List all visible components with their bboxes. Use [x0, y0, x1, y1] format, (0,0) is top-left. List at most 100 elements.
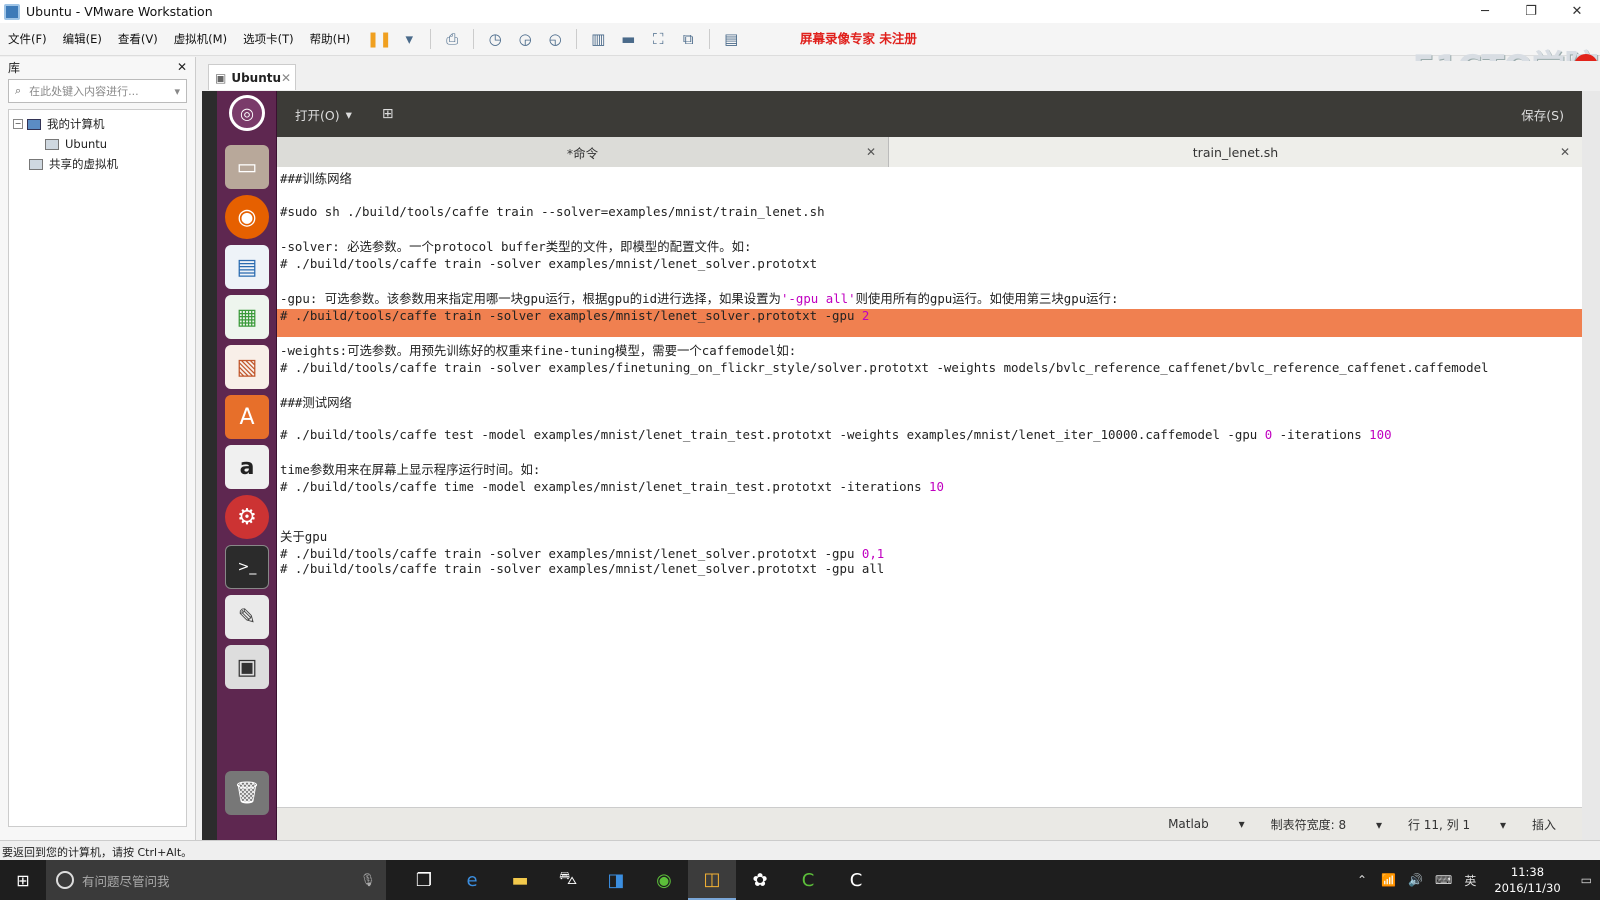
menu-edit[interactable]: 编辑(E) [55, 31, 110, 47]
save-button[interactable]: 保存(S) [1521, 105, 1564, 124]
library-search-input[interactable]: 在此处键入内容进行... [29, 83, 174, 99]
tree-shared-vms[interactable]: 共享的虚拟机 [13, 154, 182, 174]
fullscreen-icon[interactable]: ⛶ [646, 28, 670, 50]
minimize-button[interactable]: ─ [1462, 0, 1508, 23]
ubuntu-launcher: ◎ ▭ ◉ ▤ ▦ ▧ A a ⚙ >_ ✎ ▣ 🗑 [217, 91, 277, 840]
send-keys-icon[interactable]: ⎙ [440, 28, 464, 50]
editor-line: -gpu: 可选参数。该参数用来指定用哪一块gpu运行，根据gpu的id进行选择… [280, 291, 1119, 306]
camtasia-recorder-icon[interactable]: C [832, 860, 880, 900]
open-button[interactable]: 打开(O) ▾ [295, 105, 352, 124]
menu-vm[interactable]: 虚拟机(M) [166, 31, 235, 47]
vmware-status-bar: 要返回到您的计算机，请按 Ctrl+Alt。 [0, 840, 1600, 860]
console-view-icon[interactable]: ▤ [719, 28, 743, 50]
show-library-icon[interactable]: ▥ [586, 28, 610, 50]
microphone-icon[interactable]: 🎙 [360, 872, 376, 888]
terminal-icon[interactable]: >_ [225, 545, 269, 589]
menu-file[interactable]: 文件(F) [0, 31, 55, 47]
unity-icon[interactable]: ⧉ [676, 28, 700, 50]
settings-icon[interactable]: ⚙ [225, 495, 269, 539]
editor-line: ###测试网络 [280, 395, 352, 410]
tab-train-lenet[interactable]: train_lenet.sh ✕ [889, 137, 1582, 167]
text-editor-icon[interactable]: ✎ [225, 595, 269, 639]
vm-tab-bar: ▣ Ubuntu ✕ [202, 61, 1600, 91]
close-tab-icon[interactable]: ✕ [1560, 145, 1570, 159]
clock[interactable]: 11:38 2016/11/30 [1494, 864, 1560, 896]
text-editor-area[interactable]: ###训练网络 #sudo sh ./build/tools/caffe tra… [277, 167, 1582, 807]
menu-view[interactable]: 查看(V) [110, 31, 166, 47]
app-blue-icon[interactable]: ◨ [592, 860, 640, 900]
library-tree: − 我的计算机 Ubuntu 共享的虚拟机 [8, 109, 187, 827]
language-selector[interactable]: Matlab ▾ [1168, 817, 1245, 831]
pause-icon[interactable]: ❚❚ [367, 28, 392, 50]
tree-ubuntu[interactable]: Ubuntu [13, 134, 182, 154]
tray-expand-icon[interactable]: ⌃ [1357, 873, 1367, 887]
library-close-icon[interactable]: ✕ [177, 60, 187, 74]
writer-icon[interactable]: ▤ [225, 245, 269, 289]
editor-line: # ./build/tools/caffe test -model exampl… [280, 427, 1392, 442]
vm-tab-ubuntu[interactable]: ▣ Ubuntu ✕ [208, 64, 296, 90]
cursor-position[interactable]: 行 11, 列 1 ▾ [1408, 816, 1506, 833]
vm-icon [45, 138, 59, 150]
close-tab-icon[interactable]: ✕ [281, 71, 291, 85]
new-document-icon[interactable]: ⊞ [382, 106, 394, 122]
amazon-icon[interactable]: a [225, 445, 269, 489]
editor-line: # ./build/tools/caffe train -solver exam… [280, 561, 885, 576]
chevron-down-icon: ▾ [345, 106, 352, 122]
edge-icon[interactable]: e [448, 860, 496, 900]
network-icon[interactable]: 📶 [1381, 873, 1396, 887]
snapshot-icon[interactable]: ◷ [483, 28, 507, 50]
cortana-search-input[interactable]: 有问题尽管问我 [82, 871, 360, 890]
restore-button[interactable]: ❐ [1508, 0, 1554, 23]
notification-icon[interactable]: ▭ [1581, 873, 1592, 887]
save-disk-icon[interactable]: ▣ [225, 645, 269, 689]
software-center-icon[interactable]: A [225, 395, 269, 439]
tree-my-computer[interactable]: − 我的计算机 [13, 114, 182, 134]
keyboard-icon[interactable]: ⌨ [1435, 873, 1452, 887]
close-button[interactable]: ✕ [1554, 0, 1600, 23]
snapshot-manager-icon[interactable]: ◵ [543, 28, 567, 50]
cortana-search[interactable]: 有问题尽管问我 🎙 [46, 860, 386, 900]
firefox-icon[interactable]: ◉ [225, 195, 269, 239]
start-button-icon[interactable]: ⊞ [0, 860, 46, 900]
volume-icon[interactable]: 🔊 [1408, 873, 1423, 887]
tab-commands[interactable]: *命令 ✕ [277, 137, 889, 167]
calc-icon[interactable]: ▦ [225, 295, 269, 339]
camtasia-icon[interactable]: C [784, 860, 832, 900]
search-icon: ⌕ [15, 84, 22, 97]
dash-icon[interactable]: ◎ [229, 95, 265, 131]
tree-label: 共享的虚拟机 [49, 157, 118, 171]
files-icon[interactable]: ▭ [225, 145, 269, 189]
app-green-icon[interactable]: ◉ [640, 860, 688, 900]
menu-help[interactable]: 帮助(H) [302, 31, 359, 47]
vm-tab-label: Ubuntu [231, 70, 282, 85]
revert-snapshot-icon[interactable]: ◶ [513, 28, 537, 50]
window-title-bar: Ubuntu - VMware Workstation ─ ❐ ✕ [0, 0, 1600, 23]
open-label: 打开(O) [295, 107, 340, 123]
vmware-app-icon [4, 3, 20, 20]
app-paint-icon[interactable]: ✿ [736, 860, 784, 900]
tab-label: *命令 [566, 145, 599, 161]
chevron-down-icon[interactable]: ▾ [174, 85, 180, 98]
vertical-scrollbar[interactable] [1582, 91, 1600, 840]
vmware-taskbar-icon[interactable]: ◫ [688, 860, 736, 900]
impress-icon[interactable]: ▧ [225, 345, 269, 389]
dropdown-icon[interactable]: ▾ [397, 28, 421, 50]
insert-mode: 插入 [1531, 817, 1556, 832]
clock-time: 11:38 [1510, 865, 1545, 879]
window-title: Ubuntu - VMware Workstation [26, 4, 213, 19]
shared-vm-icon [29, 158, 43, 170]
task-view-icon[interactable]: ❐ [400, 860, 448, 900]
collapse-toggle[interactable]: − [13, 119, 23, 129]
store-icon[interactable]: ⛍ [544, 860, 592, 900]
tab-width-selector[interactable]: 制表符宽度: 8 ▾ [1271, 816, 1382, 833]
trash-icon[interactable]: 🗑 [225, 771, 269, 815]
file-explorer-icon[interactable]: ▬ [496, 860, 544, 900]
editor-line: 关于gpu [280, 529, 328, 544]
show-thumbnail-icon[interactable]: ▬ [616, 28, 640, 50]
close-tab-icon[interactable]: ✕ [866, 145, 876, 159]
library-search[interactable]: ⌕ 在此处键入内容进行... ▾ [8, 79, 187, 103]
vm-screen[interactable]: ◎ ▭ ◉ ▤ ▦ ▧ A a ⚙ >_ ✎ ▣ 🗑 打开(O) ▾ ⊞ 保存(S… [202, 91, 1582, 840]
cortana-icon [56, 871, 74, 889]
ime-indicator[interactable]: 英 [1464, 872, 1476, 889]
menu-tabs[interactable]: 选项卡(T) [235, 31, 302, 47]
